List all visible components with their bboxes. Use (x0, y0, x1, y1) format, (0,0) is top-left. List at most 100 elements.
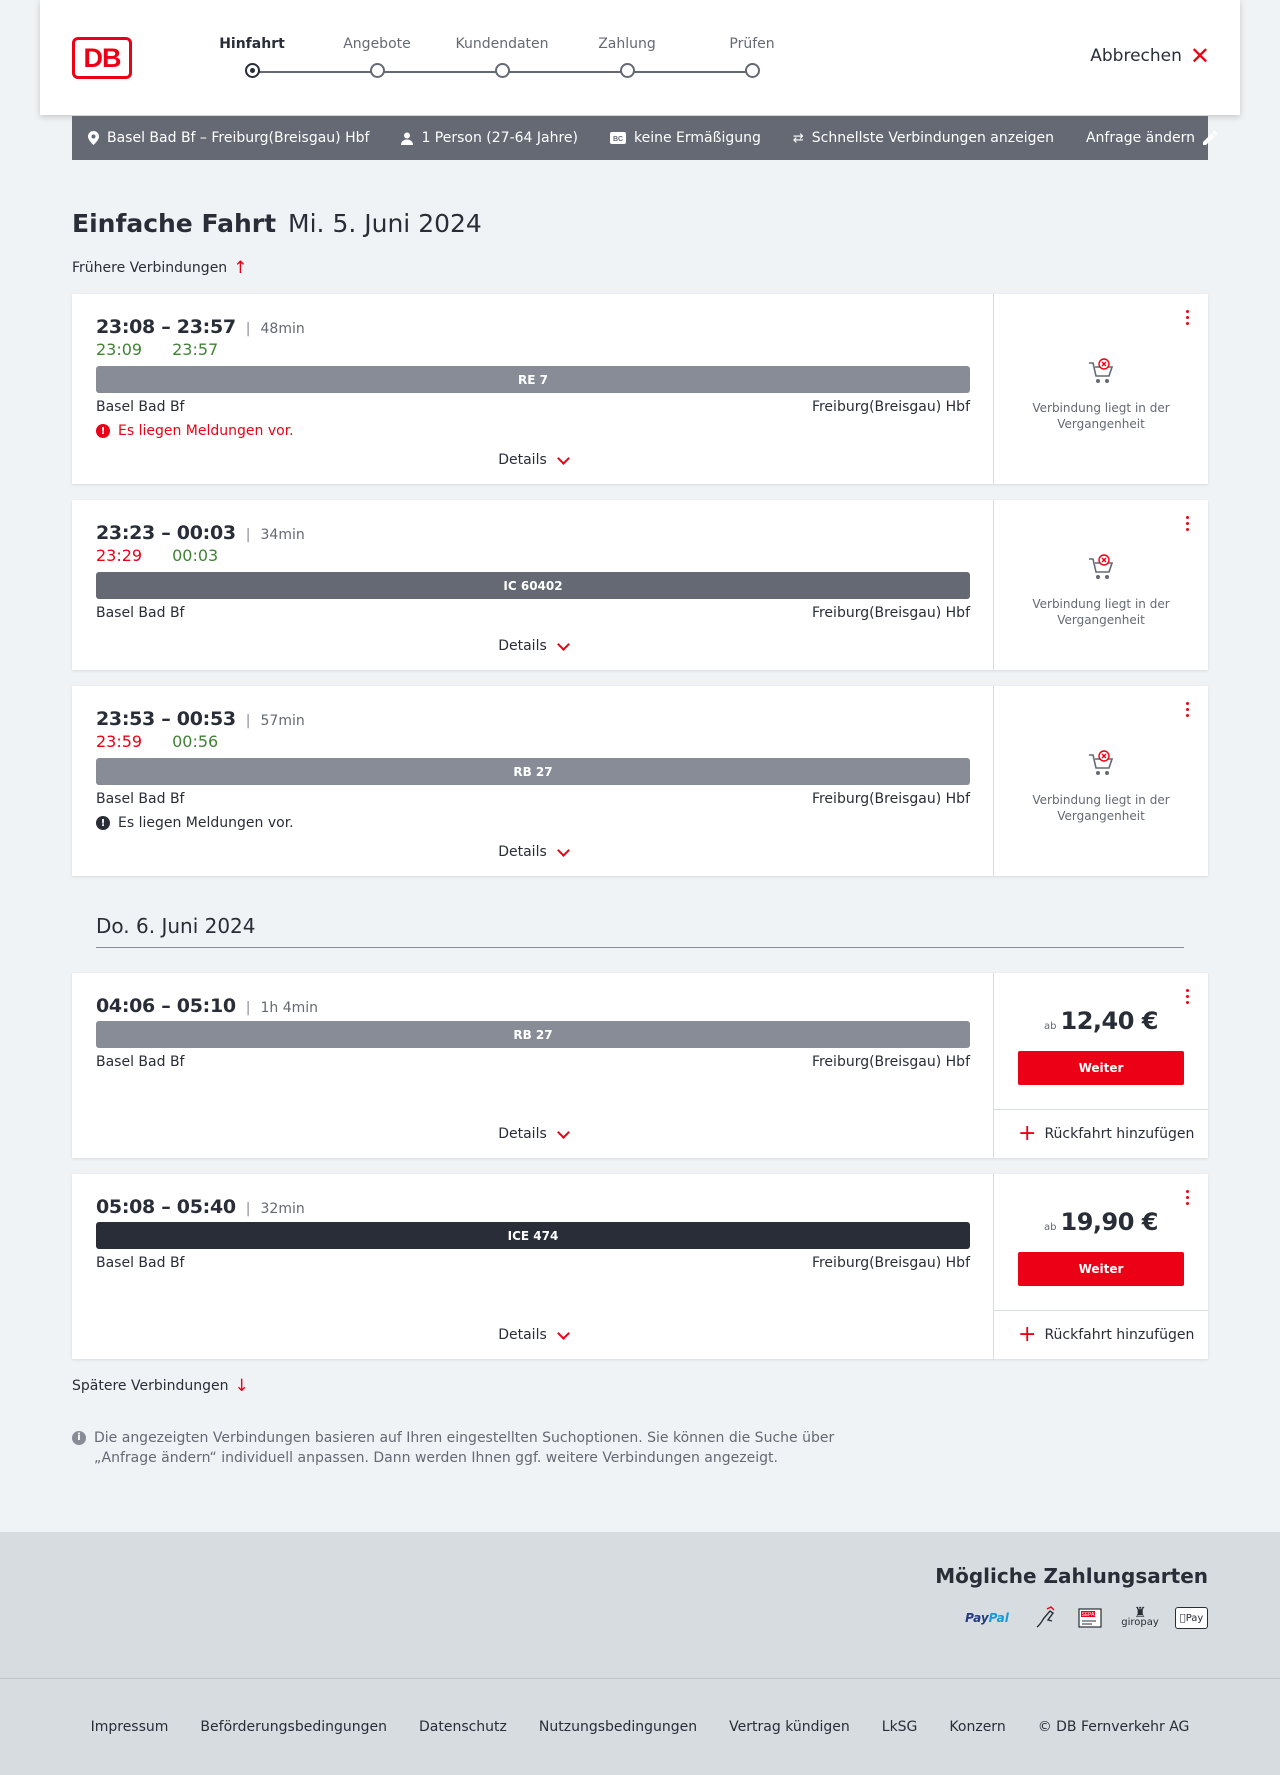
origin-station: Basel Bad Bf (96, 791, 185, 807)
price-prefix: ab (1044, 1222, 1057, 1233)
connection-offer: ab 12,40 € Weiter + Rückfahrt hinzufügen (994, 973, 1208, 1158)
paypal-icon: Pay Pal (965, 1611, 1009, 1625)
more-options-icon[interactable] (1186, 702, 1190, 717)
realtime-times: 23:59 00:56 (96, 732, 218, 751)
edit-request-label: Anfrage ändern (1085, 130, 1195, 146)
footer-link-konzern[interactable]: Konzern (949, 1719, 1005, 1735)
details-label: Details (498, 452, 547, 468)
info-text: Die angezeigten Verbindungen basieren au… (94, 1430, 835, 1466)
summary-route: Basel Bad Bf – Freiburg(Breisgau) Hbf (88, 130, 369, 146)
sepa-icon: SEPA (1078, 1608, 1102, 1628)
step-pruefen: Prüfen (682, 34, 822, 78)
earlier-label: Frühere Verbindungen (72, 260, 228, 276)
origin-station: Basel Bad Bf (96, 1255, 185, 1271)
cancel-label: Abbrechen (1090, 46, 1182, 66)
details-toggle[interactable]: Details (72, 843, 994, 860)
add-return-button[interactable]: + Rückfahrt hinzufügen (1018, 1123, 1195, 1145)
planned-times: 05:08 – 05:40 (96, 1196, 236, 1218)
separator: | (245, 321, 251, 337)
footer-copyright: © DB Fernverkehr AG (1037, 1719, 1190, 1735)
past-text: Verbindung liegt in der (1032, 401, 1170, 415)
price-value: 19,90 € (1060, 1208, 1159, 1236)
past-text: Vergangenheit (1057, 613, 1145, 627)
page-title: Einfache Fahrt Mi. 5. Juni 2024 (72, 209, 482, 238)
footer-link-nutzungsbedingungen[interactable]: Nutzungsbedingungen (539, 1719, 697, 1735)
apple-pay-icon: Pay (1175, 1607, 1208, 1629)
past-text: Verbindung liegt in der (1032, 793, 1170, 807)
earlier-connections-link[interactable]: Frühere Verbindungen ↑ (72, 258, 247, 278)
train-bar: RE 7 (96, 366, 970, 393)
edit-request-button[interactable]: Anfrage ändern (1086, 130, 1217, 146)
realtime-departure: 23:59 (96, 732, 143, 751)
continue-button[interactable]: Weiter (1018, 1051, 1184, 1085)
swap-arrows-icon: ⇄ (792, 130, 804, 146)
more-options-icon[interactable] (1186, 1190, 1190, 1205)
connection-offer: Verbindung liegt in der Vergangenheit (994, 500, 1208, 670)
details-toggle[interactable]: Details (72, 637, 994, 654)
step-label: Zahlung (598, 36, 656, 52)
details-label: Details (498, 1126, 547, 1142)
credit-card-hand-icon (1036, 1606, 1055, 1628)
step-dot (369, 63, 385, 78)
connection-card[interactable]: 23:23 – 00:03 | 34min 23:29 00:03 IC 604… (72, 500, 1208, 670)
message-notice: ! Es liegen Meldungen vor. (96, 423, 294, 439)
separator: | (245, 1201, 251, 1217)
more-options-icon[interactable] (1186, 989, 1190, 1004)
svg-text:SEPA: SEPA (1082, 1612, 1096, 1618)
footer-link-lksg[interactable]: LkSG (882, 1719, 918, 1735)
later-connections-link[interactable]: Spätere Verbindungen ↓ (72, 1376, 249, 1396)
add-return-label: Rückfahrt hinzufügen (1044, 1126, 1195, 1142)
plus-icon: + (1018, 1322, 1037, 1347)
separator: | (245, 713, 251, 729)
details-label: Details (498, 638, 547, 654)
bahncard-icon: BC (610, 132, 626, 144)
connection-card[interactable]: 23:53 – 00:53 | 57min 23:59 00:56 RB 27 … (72, 686, 1208, 876)
separator: | (245, 1000, 251, 1016)
cancel-button[interactable]: Abbrechen ✕ (1090, 44, 1210, 68)
footer-link-befoerderungsbedingungen[interactable]: Beförderungsbedingungen (200, 1719, 387, 1735)
summary-discount: BC keine Ermäßigung (610, 130, 761, 146)
connection-card[interactable]: 04:06 – 05:10 | 1h 4min RB 27 Basel Bad … (72, 973, 1208, 1158)
train-bar: RB 27 (96, 758, 970, 785)
origin-station: Basel Bad Bf (96, 399, 185, 415)
continue-button[interactable]: Weiter (1018, 1252, 1184, 1286)
progress-steps: Hinfahrt Angebote Kundendaten Zahlung Pr… (182, 34, 775, 84)
more-options-icon[interactable] (1186, 516, 1190, 531)
connection-card[interactable]: 05:08 – 05:40 | 32min ICE 474 Basel Bad … (72, 1174, 1208, 1359)
connection-times: 23:53 – 00:53 | 57min (96, 708, 305, 730)
payment-icons: PayPal SEPA ♜giropay Pay (959, 1604, 1208, 1632)
day-heading: Do. 6. Juni 2024 (96, 914, 1184, 948)
details-toggle[interactable]: Details (72, 451, 994, 468)
divider (994, 1109, 1208, 1110)
planned-times: 23:08 – 23:57 (96, 316, 236, 338)
passengers-text: 1 Person (27-64 Jahre) (421, 130, 578, 146)
past-text: Verbindung liegt in der (1032, 597, 1170, 611)
alert-icon: ! (96, 424, 110, 438)
destination-station: Freiburg(Breisgau) Hbf (811, 399, 970, 415)
footer-link-vertrag-kuendigen[interactable]: Vertrag kündigen (729, 1719, 850, 1735)
giropay-icon: ♜ giropay (1121, 1605, 1159, 1628)
summary-fastest: ⇄ Schnellste Verbindungen anzeigen (793, 130, 1054, 146)
info-icon: i (72, 1431, 86, 1445)
add-return-label: Rückfahrt hinzufügen (1044, 1327, 1195, 1343)
realtime-departure: 23:09 (96, 340, 143, 359)
duration: 48min (260, 321, 305, 337)
db-logo[interactable]: DB (72, 37, 132, 79)
details-toggle[interactable]: Details (72, 1125, 994, 1142)
step-zahlung: Zahlung (557, 34, 697, 78)
arrow-down-icon: ↓ (234, 1376, 249, 1396)
footer-link-datenschutz[interactable]: Datenschutz (419, 1719, 507, 1735)
step-label: Prüfen (729, 36, 775, 52)
connection-card[interactable]: 23:08 – 23:57 | 48min 23:09 23:57 RE 7 B… (72, 294, 1208, 484)
destination-station: Freiburg(Breisgau) Hbf (811, 1054, 970, 1070)
more-options-icon[interactable] (1186, 310, 1190, 325)
trip-type: Einfache Fahrt (72, 209, 277, 238)
add-return-button[interactable]: + Rückfahrt hinzufügen (1018, 1322, 1195, 1347)
step-dot (494, 63, 510, 78)
alert-icon: ! (96, 816, 110, 830)
connection-offer: Verbindung liegt in der Vergangenheit (994, 294, 1208, 484)
planned-times: 23:53 – 00:53 (96, 708, 236, 730)
footer-link-impressum[interactable]: Impressum (91, 1719, 169, 1735)
header: DB Hinfahrt Angebote Kundendaten Zahlung… (40, 0, 1240, 115)
details-toggle[interactable]: Details (72, 1326, 994, 1343)
